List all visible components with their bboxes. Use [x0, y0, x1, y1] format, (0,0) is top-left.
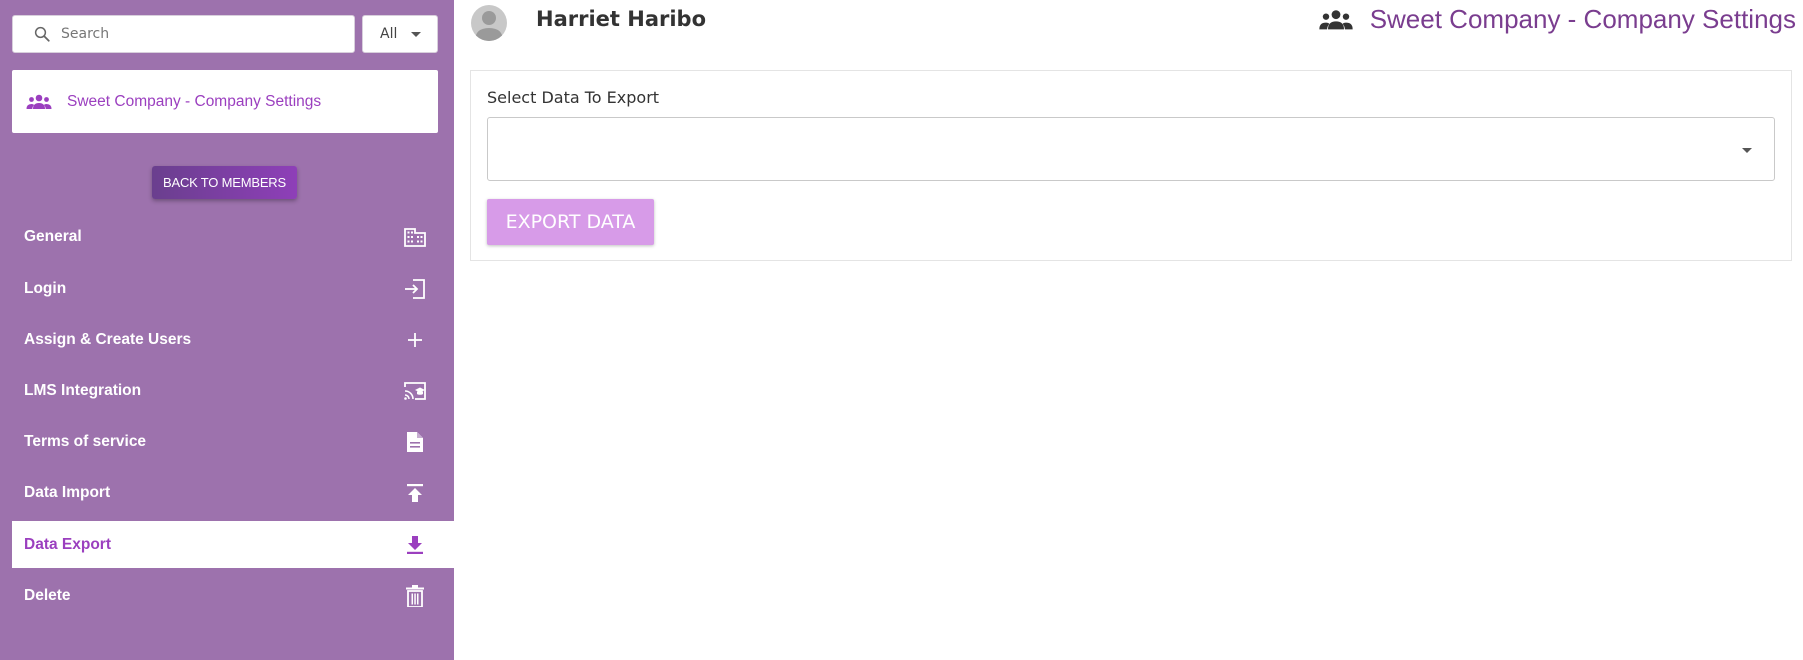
sidebar-item-data-export[interactable]: Data Export	[12, 521, 454, 568]
sidebar-item-label: Data Export	[24, 535, 111, 553]
sidebar: All Sweet Company - Company Settings BAC…	[0, 0, 454, 660]
search-input[interactable]	[59, 25, 333, 43]
building-icon	[403, 225, 427, 249]
chevron-down-icon	[411, 31, 422, 37]
person-silhouette-icon	[475, 11, 503, 41]
filter-select-value: All	[380, 26, 398, 42]
select-data-label: Select Data To Export	[487, 88, 660, 107]
sidebar-item-label: Delete	[24, 586, 71, 604]
export-panel: Select Data To Export EXPORT DATA	[470, 70, 1792, 261]
filter-select[interactable]: All	[362, 15, 438, 53]
sidebar-item-data-import[interactable]: Data Import	[12, 469, 454, 516]
sidebar-item-assign-create-users[interactable]: Assign & Create Users	[12, 316, 454, 363]
sidebar-item-label: LMS Integration	[24, 381, 142, 399]
search-icon	[34, 26, 50, 42]
sidebar-item-label: Terms of service	[24, 432, 147, 450]
sidebar-item-delete[interactable]: Delete	[12, 572, 454, 619]
sidebar-item-login[interactable]: Login	[12, 265, 454, 312]
page-title-text: Sweet Company - Company Settings	[1369, 4, 1796, 34]
avatar[interactable]	[471, 5, 507, 41]
back-to-members-button[interactable]: BACK TO MEMBERS	[152, 166, 297, 199]
search-box[interactable]	[12, 15, 355, 53]
sidebar-item-terms-of-service[interactable]: Terms of service	[12, 418, 454, 465]
upload-icon	[403, 481, 427, 505]
company-settings-card[interactable]: Sweet Company - Company Settings	[12, 70, 438, 133]
sidebar-item-lms-integration[interactable]: LMS Integration	[12, 367, 454, 414]
cast-education-icon	[403, 379, 427, 403]
page-title: Sweet Company - Company Settings	[1316, 4, 1796, 35]
chevron-down-icon	[1742, 148, 1752, 153]
user-name: Harriet Haribo	[536, 7, 707, 31]
sidebar-item-label: Assign & Create Users	[24, 330, 192, 348]
company-settings-card-label: Sweet Company - Company Settings	[67, 92, 322, 110]
download-icon	[403, 533, 427, 557]
data-export-select[interactable]	[487, 117, 1775, 181]
trash-icon	[403, 584, 427, 608]
document-icon	[403, 430, 427, 454]
people-group-icon	[26, 94, 52, 109]
sidebar-item-label: General	[24, 227, 82, 245]
export-data-button[interactable]: EXPORT DATA	[487, 199, 654, 245]
people-group-icon	[1319, 9, 1353, 29]
sidebar-item-label: Data Import	[24, 483, 111, 501]
sidebar-item-label: Login	[24, 279, 67, 297]
plus-icon	[403, 328, 427, 352]
login-icon	[403, 277, 427, 301]
sidebar-item-general[interactable]: General	[12, 213, 454, 260]
